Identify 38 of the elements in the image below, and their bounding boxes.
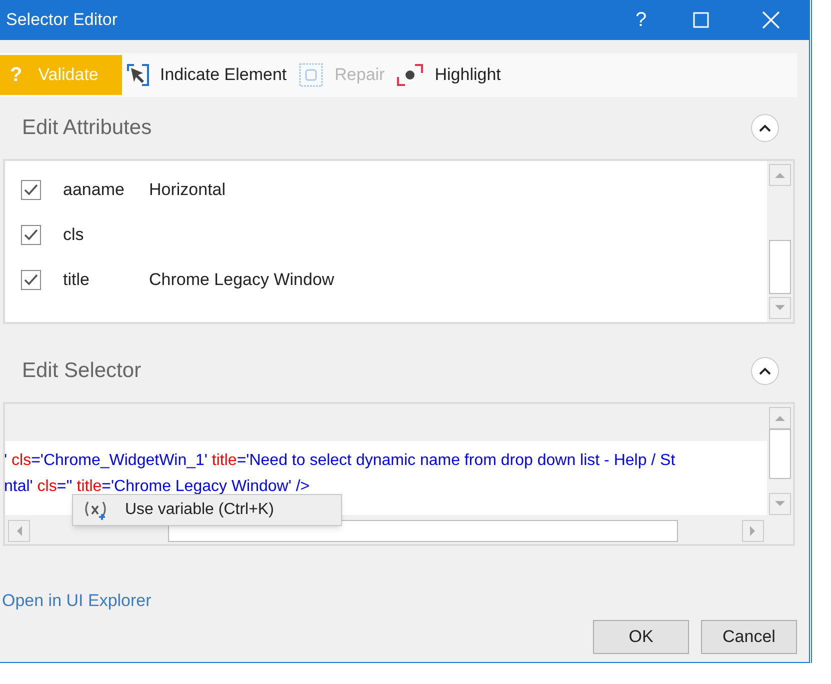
checkbox[interactable] bbox=[21, 270, 41, 290]
window-title: Selector Editor bbox=[5, 9, 118, 32]
help-button[interactable]: ? bbox=[613, 0, 669, 40]
close-icon bbox=[762, 11, 780, 29]
attribute-name: title bbox=[63, 268, 90, 291]
variable-icon bbox=[83, 499, 109, 521]
scroll-up-icon bbox=[775, 415, 785, 421]
section-title: Edit Attributes bbox=[22, 115, 153, 142]
indicate-button[interactable]: Indicate Element bbox=[126, 55, 287, 95]
attribute-name: aaname bbox=[63, 178, 126, 201]
maximize-icon bbox=[693, 12, 709, 28]
attribute-value: Horizontal bbox=[149, 178, 226, 201]
cancel-button[interactable]: Cancel bbox=[701, 620, 797, 654]
cursor-icon bbox=[126, 63, 150, 87]
scroll-up-icon bbox=[775, 172, 785, 178]
square-target-icon bbox=[298, 63, 323, 87]
attribute-value: Chrome Legacy Window bbox=[149, 268, 334, 291]
attribute-name: cls bbox=[63, 224, 85, 246]
selector-code-line: ' cls='Chrome_WidgetWin_1' title='Need to select dynamic name from drop down list - Help / St bbox=[5, 451, 676, 471]
ok-button[interactable]: OK bbox=[593, 620, 689, 654]
scroll-left-icon bbox=[16, 526, 22, 536]
chevron-icon bbox=[759, 367, 771, 375]
menu-item[interactable]: Use variable (Ctrl+K) bbox=[73, 495, 341, 525]
scroll-down-icon bbox=[775, 501, 785, 507]
collapse-button[interactable] bbox=[751, 357, 779, 385]
scroll-down-icon bbox=[775, 305, 785, 311]
selector-code-line: ntal' cls='' title='Chrome Legacy Window' /> bbox=[5, 477, 311, 497]
highlight-icon bbox=[396, 63, 423, 87]
collapse-button[interactable] bbox=[751, 114, 779, 142]
highlight-button[interactable]: Highlight bbox=[396, 55, 501, 95]
ui-explorer-link[interactable]: Open in UI Explorer bbox=[0, 588, 152, 614]
checkbox[interactable] bbox=[21, 180, 41, 200]
scroll-right-icon bbox=[750, 526, 756, 536]
section-title: Edit Selector bbox=[22, 358, 142, 384]
vertical-scrollbar[interactable] bbox=[767, 404, 793, 518]
chevron-icon bbox=[759, 124, 771, 132]
vertical-scrollbar[interactable] bbox=[767, 161, 793, 322]
checkbox[interactable] bbox=[21, 224, 41, 244]
